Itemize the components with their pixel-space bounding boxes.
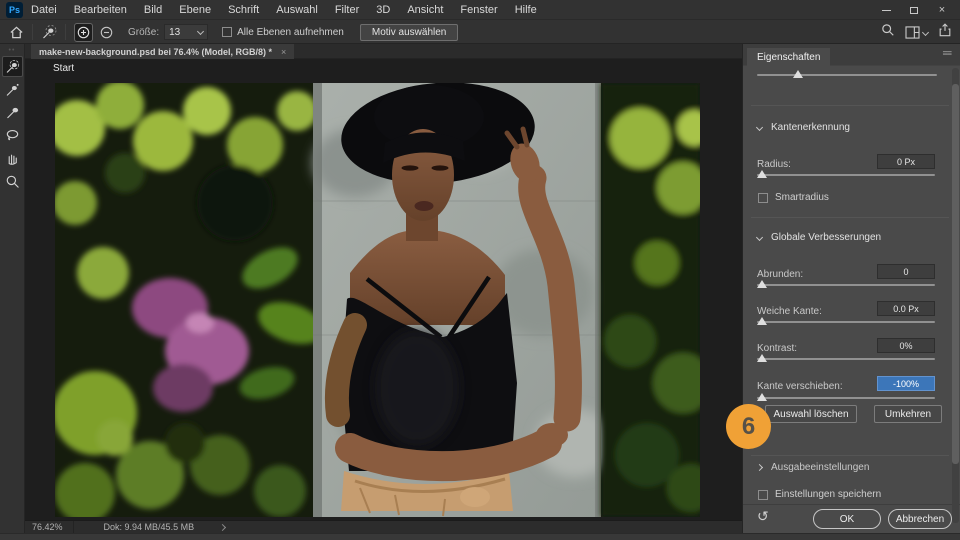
zoom-level-field[interactable]: 76.42% xyxy=(25,521,74,534)
shift-edge-label: Kante verschieben: xyxy=(757,381,843,392)
menu-datei[interactable]: Datei xyxy=(31,4,57,16)
section-edge-detection[interactable]: Kantenerkennung xyxy=(757,122,850,133)
minimize-icon[interactable] xyxy=(872,0,900,20)
radius-input[interactable]: 0 Px xyxy=(877,154,935,169)
feather-slider[interactable] xyxy=(757,321,935,323)
radius-slider[interactable] xyxy=(757,174,935,176)
zoom-tool[interactable] xyxy=(2,171,23,192)
document-size-info: Dok: 9.94 MB/45.5 MB xyxy=(74,522,205,532)
smart-radius-checkbox[interactable]: Smartradius xyxy=(758,192,829,203)
sample-all-layers-label: Alle Ebenen aufnehmen xyxy=(237,27,344,38)
chevron-down-icon xyxy=(197,27,204,34)
search-icon[interactable] xyxy=(881,23,895,42)
contrast-label: Kontrast: xyxy=(757,343,797,354)
contrast-input[interactable]: 0% xyxy=(877,338,935,353)
photoshop-window: Ps Datei Bearbeiten Bild Ebene Schrift A… xyxy=(0,0,960,540)
canvas-image[interactable] xyxy=(55,83,700,517)
reset-icon[interactable]: ↺ xyxy=(757,508,769,525)
menu-ebene[interactable]: Ebene xyxy=(179,4,211,16)
menu-hilfe[interactable]: Hilfe xyxy=(515,4,537,16)
clear-selection-button[interactable]: Auswahl löschen xyxy=(765,405,857,423)
section-global-refinements[interactable]: Globale Verbesserungen xyxy=(757,232,881,243)
close-icon[interactable]: × xyxy=(928,0,956,20)
size-input[interactable]: 13 xyxy=(164,24,208,40)
smart-radius-label: Smartradius xyxy=(775,192,829,203)
tab-eigenschaften[interactable]: Eigenschaften xyxy=(747,48,830,66)
add-to-selection-button[interactable] xyxy=(74,23,93,42)
menu-fenster[interactable]: Fenster xyxy=(460,4,497,16)
status-bar: 76.42% Dok: 9.94 MB/45.5 MB xyxy=(25,520,742,533)
smooth-label: Abrunden: xyxy=(757,269,803,280)
radius-label: Radius: xyxy=(757,159,791,170)
chevron-down-icon xyxy=(756,124,763,131)
menu-schrift[interactable]: Schrift xyxy=(228,4,259,16)
panel-footer: ↺ OK Abbrechen xyxy=(743,504,960,533)
edge-detection-title: Kantenerkennung xyxy=(771,122,850,133)
menu-bild[interactable]: Bild xyxy=(144,4,162,16)
smooth-input[interactable]: 0 xyxy=(877,264,935,279)
options-bar: Größe: 13 Alle Ebenen aufnehmen Motiv au… xyxy=(0,21,960,44)
cancel-button[interactable]: Abbrechen xyxy=(888,509,952,529)
brush-tool[interactable] xyxy=(2,102,23,123)
chevron-down-icon xyxy=(756,234,763,241)
quick-selection-brush-icon[interactable] xyxy=(41,24,57,40)
invert-button[interactable]: Umkehren xyxy=(874,405,942,423)
global-refinements-title: Globale Verbesserungen xyxy=(771,232,881,243)
tools-panel: •• xyxy=(0,44,25,533)
remember-settings-label: Einstellungen speichern xyxy=(775,489,881,500)
size-label: Größe: xyxy=(128,27,159,38)
canvas-area: make-new-background.psd bei 76.4% (Model… xyxy=(25,44,742,533)
checkbox-icon xyxy=(222,27,232,37)
model-belt-knot xyxy=(460,487,490,507)
document-tab[interactable]: make-new-background.psd bei 76.4% (Model… xyxy=(31,44,294,59)
shift-edge-input[interactable]: -100% xyxy=(877,376,935,391)
feather-input[interactable]: 0.0 Px xyxy=(877,301,935,316)
menu-bar: Ps Datei Bearbeiten Bild Ebene Schrift A… xyxy=(0,0,960,20)
select-subject-button[interactable]: Motiv auswählen xyxy=(360,24,458,41)
chevron-right-icon xyxy=(756,464,763,471)
share-icon[interactable] xyxy=(938,23,952,42)
subtract-from-selection-button[interactable] xyxy=(97,23,116,42)
menu-bearbeiten[interactable]: Bearbeiten xyxy=(74,4,127,16)
shift-edge-slider[interactable] xyxy=(757,397,935,399)
lasso-tool[interactable] xyxy=(2,125,23,146)
document-title: make-new-background.psd bei 76.4% (Model… xyxy=(39,47,272,57)
transparency-slider[interactable] xyxy=(757,74,937,76)
checkbox-icon xyxy=(758,193,768,203)
window-bottom-edge xyxy=(0,533,960,540)
sample-all-layers-checkbox[interactable]: Alle Ebenen aufnehmen xyxy=(222,27,344,38)
chevron-right-icon[interactable] xyxy=(219,523,226,530)
menu-auswahl[interactable]: Auswahl xyxy=(276,4,318,16)
ok-button[interactable]: OK xyxy=(813,509,881,529)
smooth-slider[interactable] xyxy=(757,284,935,286)
start-tab[interactable]: Start xyxy=(53,63,74,74)
menu-filter[interactable]: Filter xyxy=(335,4,359,16)
home-icon[interactable] xyxy=(9,25,24,40)
quick-selection-tool[interactable] xyxy=(2,56,23,77)
panel-menu-icon[interactable]: ≡≡ xyxy=(942,48,951,58)
remember-settings-checkbox[interactable]: Einstellungen speichern xyxy=(758,489,881,500)
photoshop-logo: Ps xyxy=(6,2,23,18)
document-tab-bar: make-new-background.psd bei 76.4% (Model… xyxy=(25,44,742,59)
panel-scrollbar-thumb[interactable] xyxy=(952,84,959,464)
feather-label: Weiche Kante: xyxy=(757,306,822,317)
tab-close-icon[interactable]: × xyxy=(281,47,286,57)
section-output-settings[interactable]: Ausgabeeinstellungen xyxy=(757,462,869,473)
workspace-switcher-icon[interactable] xyxy=(905,26,928,39)
refine-edge-brush-tool[interactable] xyxy=(2,79,23,100)
plant-wall-right xyxy=(601,83,700,517)
output-settings-title: Ausgabeeinstellungen xyxy=(771,462,869,473)
contrast-slider[interactable] xyxy=(757,358,935,360)
properties-tab-bar: Eigenschaften ≡≡ xyxy=(743,44,960,66)
chevron-down-icon xyxy=(922,29,929,36)
panel-grip-icon: •• xyxy=(0,44,24,54)
maximize-icon[interactable] xyxy=(900,0,928,20)
properties-panel: Eigenschaften ≡≡ Kantenerkennung Radius:… xyxy=(742,44,960,533)
menu-3d[interactable]: 3D xyxy=(376,4,390,16)
menu-ansicht[interactable]: Ansicht xyxy=(407,4,443,16)
tutorial-step-badge: 6 xyxy=(726,404,771,449)
hand-tool[interactable] xyxy=(2,148,23,169)
checkbox-icon xyxy=(758,490,768,500)
